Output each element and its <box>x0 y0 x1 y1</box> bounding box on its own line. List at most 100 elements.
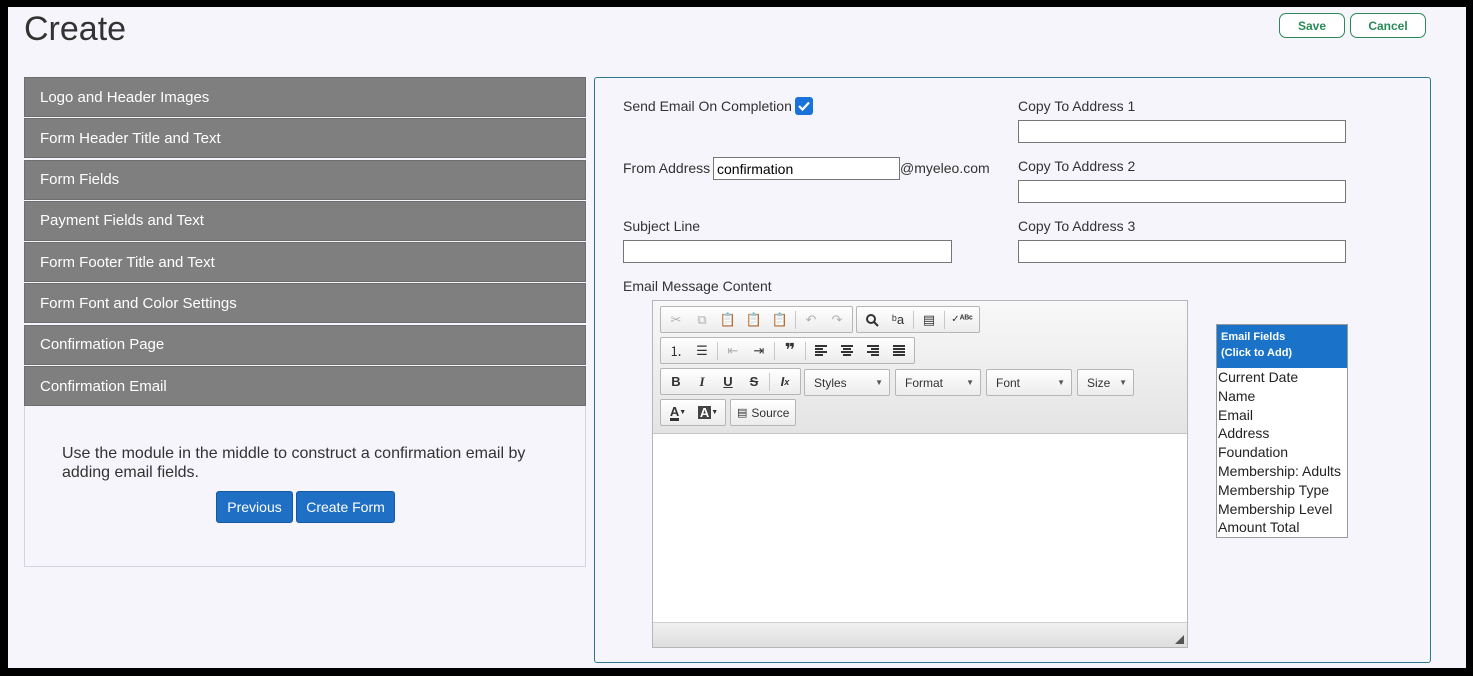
basic-styles-toolbar-group: B I U S Ix <box>660 368 801 395</box>
accordion-item-font-color[interactable]: Form Font and Color Settings <box>24 283 586 324</box>
editor-status-bar <box>653 622 1187 647</box>
copy-address-3-input[interactable] <box>1018 240 1346 263</box>
accordion-item-form-header[interactable]: Form Header Title and Text <box>24 118 586 159</box>
copy-address-1-input[interactable] <box>1018 120 1346 143</box>
format-dropdown-label: Format <box>905 375 944 390</box>
confirmation-email-panel: Use the module in the middle to construc… <box>24 406 586 567</box>
email-fields-header: Email Fields (Click to Add) <box>1217 325 1347 368</box>
redo-icon[interactable]: ↷ <box>824 308 850 331</box>
paragraph-toolbar-group: ⒈ ☰ ⇤ ⇥ ❞ <box>660 337 915 364</box>
font-dropdown[interactable]: Font ▼ <box>986 369 1072 396</box>
undo-icon[interactable]: ↶ <box>798 308 824 331</box>
email-field-item[interactable]: Address <box>1217 424 1347 443</box>
strikethrough-icon[interactable]: S <box>741 370 767 393</box>
accordion-item-logo-header-images[interactable]: Logo and Header Images <box>24 77 586 117</box>
size-dropdown[interactable]: Size ▼ <box>1077 369 1134 396</box>
toolbar-separator <box>805 341 806 360</box>
app-window: Create Save Cancel Logo and Header Image… <box>8 7 1466 668</box>
email-field-item[interactable]: Membership Level <box>1217 500 1347 519</box>
send-email-label: Send Email On Completion <box>623 98 792 114</box>
bold-icon[interactable]: B <box>663 370 689 393</box>
message-content-label: Email Message Content <box>623 278 772 294</box>
toolbar-separator <box>774 341 775 360</box>
paste-text-icon[interactable]: 📋 <box>741 308 767 331</box>
accordion-item-payment-fields[interactable]: Payment Fields and Text <box>24 200 586 241</box>
find-toolbar-group: ᵇa ▤ ✓ᴬᴮᶜ <box>856 306 980 333</box>
accordion-item-form-footer[interactable]: Form Footer Title and Text <box>24 242 586 283</box>
text-color-icon[interactable]: A ▼ <box>663 401 693 424</box>
chevron-down-icon: ▼ <box>966 378 974 387</box>
chevron-down-icon: ▼ <box>875 378 883 387</box>
accordion-item-confirmation-page[interactable]: Confirmation Page <box>24 324 586 365</box>
editor-toolbar: ✂ ⧉ 📋 📋 📋 ↶ ↷ ᵇa ▤ ✓ᴬᴮᶜ ⒈ ☰ ⇤ ⇥ ❞ B I U … <box>653 301 1187 434</box>
blockquote-icon[interactable]: ❞ <box>777 339 803 362</box>
accordion-item-confirmation-email[interactable]: Confirmation Email <box>24 366 586 407</box>
copy-address-2-input[interactable] <box>1018 180 1346 203</box>
copy-icon[interactable]: ⧉ <box>689 308 715 331</box>
email-field-item[interactable]: Current Date <box>1217 368 1347 387</box>
background-color-icon[interactable]: A ▼ <box>693 401 723 424</box>
underline-icon[interactable]: U <box>715 370 741 393</box>
rich-text-editor: ✂ ⧉ 📋 📋 📋 ↶ ↷ ᵇa ▤ ✓ᴬᴮᶜ ⒈ ☰ ⇤ ⇥ ❞ B I U … <box>652 300 1188 648</box>
email-field-item[interactable]: Name <box>1217 387 1347 406</box>
numbered-list-icon[interactable]: ⒈ <box>663 339 689 362</box>
bulleted-list-icon[interactable]: ☰ <box>689 339 715 362</box>
toolbar-separator <box>913 310 914 329</box>
remove-format-icon[interactable]: Ix <box>772 370 798 393</box>
email-fields-list: Email Fields (Click to Add) Current Date… <box>1216 324 1348 538</box>
cancel-button[interactable]: Cancel <box>1350 13 1426 38</box>
from-address-label: From Address <box>623 160 711 176</box>
email-field-item[interactable]: Membership: Adults <box>1217 462 1347 481</box>
previous-button[interactable]: Previous <box>216 491 293 523</box>
create-form-button[interactable]: Create Form <box>296 491 395 523</box>
spellcheck-icon[interactable]: ✓ᴬᴮᶜ <box>947 308 977 331</box>
italic-icon[interactable]: I <box>689 370 715 393</box>
chevron-down-icon: ▼ <box>1057 378 1065 387</box>
email-field-item[interactable]: Foundation <box>1217 443 1347 462</box>
toolbar-separator <box>769 372 770 391</box>
page-title: Create <box>24 10 127 48</box>
align-center-icon[interactable] <box>834 339 860 362</box>
styles-dropdown-label: Styles <box>814 375 847 390</box>
paste-word-icon[interactable]: 📋 <box>767 308 793 331</box>
from-address-input[interactable] <box>713 157 900 180</box>
checkmark-icon <box>798 101 810 112</box>
source-button[interactable]: ▤ Source <box>730 399 797 426</box>
find-icon[interactable] <box>859 308 885 331</box>
justify-icon[interactable] <box>886 339 912 362</box>
email-fields-title: Email Fields <box>1221 331 1286 343</box>
subject-line-input[interactable] <box>623 240 952 263</box>
styles-dropdown[interactable]: Styles ▼ <box>804 369 890 396</box>
source-label: Source <box>751 405 790 420</box>
toolbar-separator <box>944 310 945 329</box>
toolbar-separator <box>717 341 718 360</box>
email-field-item[interactable]: Membership Type <box>1217 481 1347 500</box>
font-dropdown-label: Font <box>996 375 1021 390</box>
resize-handle-icon[interactable] <box>1175 635 1184 644</box>
paste-icon[interactable]: 📋 <box>715 308 741 331</box>
align-left-icon[interactable] <box>808 339 834 362</box>
copy-address-2-label: Copy To Address 2 <box>1018 158 1136 174</box>
align-right-icon[interactable] <box>860 339 886 362</box>
toolbar-separator <box>795 310 796 329</box>
email-fields-subtitle: (Click to Add) <box>1221 347 1293 359</box>
send-email-checkbox[interactable] <box>795 97 813 115</box>
indent-icon[interactable]: ⇥ <box>746 339 772 362</box>
from-domain-text: @myeleo.com <box>900 160 990 176</box>
save-button[interactable]: Save <box>1279 13 1345 38</box>
colors-toolbar-group: A ▼ A ▼ <box>660 399 726 426</box>
editor-content-area[interactable] <box>653 434 1187 622</box>
subject-line-label: Subject Line <box>623 218 701 234</box>
email-field-item[interactable]: Amount Total <box>1217 518 1347 537</box>
copy-address-3-label: Copy To Address 3 <box>1018 218 1136 234</box>
replace-icon[interactable]: ᵇa <box>885 308 911 331</box>
email-field-item[interactable]: Email <box>1217 406 1347 425</box>
clipboard-toolbar-group: ✂ ⧉ 📋 📋 📋 ↶ ↷ <box>660 306 853 333</box>
accordion-item-form-fields[interactable]: Form Fields <box>24 159 586 200</box>
outdent-icon[interactable]: ⇤ <box>720 339 746 362</box>
format-dropdown[interactable]: Format ▼ <box>895 369 981 396</box>
cut-icon[interactable]: ✂ <box>663 308 689 331</box>
size-dropdown-label: Size <box>1087 375 1111 390</box>
copy-address-1-label: Copy To Address 1 <box>1018 98 1136 114</box>
select-all-icon[interactable]: ▤ <box>916 308 942 331</box>
